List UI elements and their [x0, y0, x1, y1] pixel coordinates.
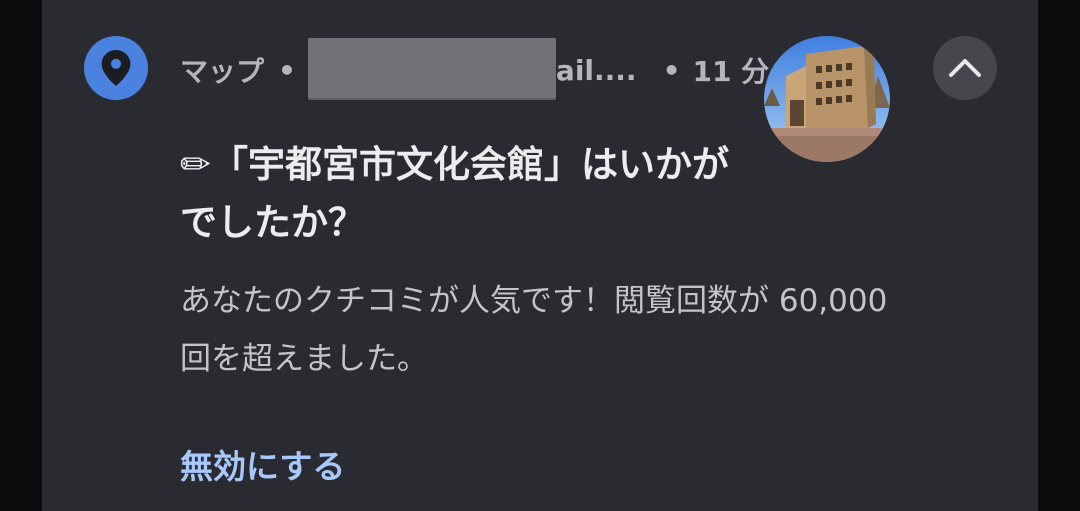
app-name: マップ: [180, 55, 265, 88]
disable-button[interactable]: 無効にする: [180, 440, 345, 488]
notification-header: マップ • ail.... • 11 分: [180, 38, 770, 100]
account-name: ail....: [555, 53, 637, 87]
map-pin-icon: [84, 36, 148, 100]
header-separator: •: [278, 53, 296, 87]
timestamp: 11 分: [692, 55, 770, 88]
collapse-button[interactable]: [933, 36, 997, 100]
chevron-up-icon: [949, 59, 981, 77]
time-separator: •: [662, 53, 681, 87]
notification-body: あなたのクチコミが人気です！閲覧回数が 60,000 回を超えました。: [180, 283, 888, 377]
redacted-account: [307, 38, 556, 100]
place-thumbnail: [764, 36, 890, 162]
notification-title: ✏「宇都宮市文化会館」はいかがでしたか？: [180, 143, 730, 244]
